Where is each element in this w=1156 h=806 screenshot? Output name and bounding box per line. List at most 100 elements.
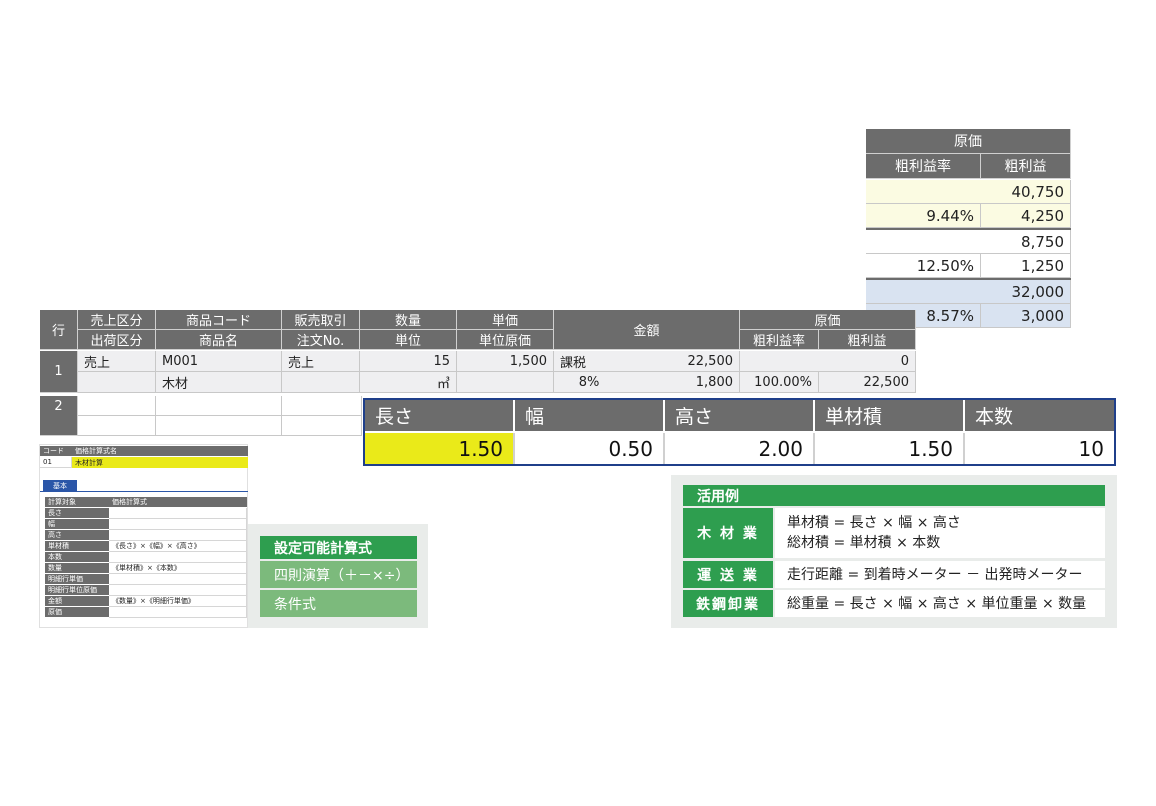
trade-input[interactable]: [282, 396, 362, 416]
col-cost: 原価: [740, 310, 916, 330]
col-ship-type: 出荷区分: [78, 330, 156, 350]
cost-value: 32,000: [866, 280, 1071, 304]
formula-types-panel: 設定可能計算式 四則演算（＋－×÷） 条件式: [248, 524, 428, 628]
product-code-input[interactable]: [156, 396, 282, 416]
col-gross-rate: 粗利益率: [740, 330, 819, 350]
unit-value[interactable]: ㎥: [360, 372, 457, 393]
gross-rate-value: 12.50%: [866, 254, 981, 278]
usecase-lumber-label: 木 材 業: [683, 508, 773, 558]
calc-target-label: 長さ: [45, 508, 109, 518]
qty-value[interactable]: 15: [360, 351, 457, 372]
tax-rate-value: 8%: [554, 372, 624, 393]
col-unit: 単位: [360, 330, 457, 350]
four-operations-item: 四則演算（＋－×÷）: [260, 561, 417, 588]
product-code-value[interactable]: M001: [156, 351, 282, 372]
unit-volume-value: 1.50: [815, 433, 965, 464]
col-order-no: 注文No.: [282, 330, 360, 350]
col-qty: 数量: [360, 310, 457, 330]
calc-target-label: 本数: [45, 552, 109, 562]
usecase-lumber-formulas: 単材積 = 長さ × 幅 × 高さ 総材積 = 単材積 × 本数: [775, 508, 1105, 558]
cost-value: 8,750: [866, 230, 1071, 254]
col-unit-cost: 単位原価: [457, 330, 554, 350]
tab-basic[interactable]: 基本: [43, 480, 77, 491]
tax-amount-value: 1,800: [624, 372, 740, 393]
usecase-formula-line: 走行距離 = 到着時メーター － 出発時メーター: [787, 566, 1083, 583]
tab-divider: [40, 491, 248, 492]
calc-formula-field[interactable]: [109, 607, 247, 618]
product-name-value[interactable]: 木材: [156, 372, 282, 393]
cost-panel-col-rate: 粗利益率: [866, 154, 981, 179]
usecase-formula-line: 総重量 = 長さ × 幅 × 高さ × 単位重量 × 数量: [787, 595, 1087, 612]
code-field[interactable]: 01: [40, 457, 72, 468]
col-amount: 金額: [554, 310, 740, 350]
calc-formula-field[interactable]: [109, 508, 247, 519]
calc-formula-field[interactable]: [109, 585, 247, 596]
usecase-transport-label: 運 送 業: [683, 561, 773, 588]
gross-profit-value: 1,250: [981, 254, 1071, 278]
calc-target-label: 金額: [45, 596, 109, 606]
length-header: 長さ: [365, 400, 515, 431]
conditional-item: 条件式: [260, 590, 417, 617]
gross-profit-value: 22,500: [819, 372, 916, 393]
tax-type-value: 課税: [554, 351, 624, 372]
width-input[interactable]: 0.50: [515, 433, 665, 464]
height-header: 高さ: [665, 400, 815, 431]
calc-formula-field[interactable]: 《単材積》×《本数》: [109, 563, 247, 574]
use-cases-title: 活用例: [683, 485, 1105, 506]
calc-formula-field[interactable]: [109, 519, 247, 530]
use-cases-panel: 活用例 木 材 業 単材積 = 長さ × 幅 × 高さ 総材積 = 単材積 × …: [671, 475, 1117, 628]
usecase-transport-formulas: 走行距離 = 到着時メーター － 出発時メーター: [775, 561, 1105, 588]
calc-formula-field[interactable]: [109, 552, 247, 563]
usecase-steel-formulas: 総重量 = 長さ × 幅 × 高さ × 単位重量 × 数量: [775, 590, 1105, 617]
col-product-code: 商品コード: [156, 310, 282, 330]
calc-target-label: 原価: [45, 607, 109, 617]
ship-type-input[interactable]: [78, 416, 156, 436]
col-sales-type: 売上区分: [78, 310, 156, 330]
cost-panel-col-profit: 粗利益: [981, 154, 1071, 179]
length-input[interactable]: 1.50: [365, 433, 515, 464]
calc-formula-field[interactable]: [109, 530, 247, 541]
col-gross-profit: 粗利益: [819, 330, 916, 350]
dimension-panel: 長さ 幅 高さ 単材積 本数 1.50 0.50 2.00 1.50 10: [363, 398, 1116, 466]
calc-target-label: 明細行単価: [45, 574, 109, 584]
sales-type-input[interactable]: [78, 396, 156, 416]
col-row-no: 行: [40, 310, 78, 350]
calc-formula-field[interactable]: 《長さ》×《幅》×《高さ》: [109, 541, 247, 552]
row-number: 1: [40, 351, 78, 393]
unit-cost-value[interactable]: [457, 372, 554, 393]
order-no-input[interactable]: [282, 416, 362, 436]
trade-value[interactable]: 売上: [282, 351, 360, 372]
gross-rate-value: 9.44%: [866, 204, 981, 228]
calc-target-label: 高さ: [45, 530, 109, 540]
width-header: 幅: [515, 400, 665, 431]
product-name-input[interactable]: [156, 416, 282, 436]
col-trade: 販売取引: [282, 310, 360, 330]
col-unit-price: 単価: [457, 310, 554, 330]
unit-price-value[interactable]: 1,500: [457, 351, 554, 372]
count-input[interactable]: 10: [965, 433, 1114, 464]
amount-value: 22,500: [624, 351, 740, 372]
cost-panel-title: 原価: [866, 129, 1071, 154]
calc-formula-field[interactable]: 《数量》×《明細行単価》: [109, 596, 247, 607]
formula-screen: コード 価格計算式名 01 木材計算 基本 計算対象 価格計算式 長さ幅高さ 単材…: [39, 444, 248, 628]
usecase-formula-line: 総材積 = 単材積 × 本数: [787, 535, 941, 551]
formula-name-field[interactable]: 木材計算: [72, 457, 248, 468]
cost-value: 40,750: [866, 180, 1071, 204]
formula-name-label: 価格計算式名: [72, 446, 248, 456]
col-calc-target: 計算対象: [45, 497, 109, 507]
col-calc-formula: 価格計算式: [109, 497, 247, 507]
usecase-formula-line: 単材積 = 長さ × 幅 × 高さ: [787, 515, 961, 531]
ship-type-value[interactable]: [78, 372, 156, 393]
calc-target-label: 数量: [45, 563, 109, 573]
sales-type-value[interactable]: 売上: [78, 351, 156, 372]
col-product-name: 商品名: [156, 330, 282, 350]
code-label: コード: [40, 446, 72, 456]
height-input[interactable]: 2.00: [665, 433, 815, 464]
gross-profit-value: 3,000: [981, 304, 1071, 328]
gross-rate-value: 100.00%: [740, 372, 819, 393]
order-no-value[interactable]: [282, 372, 360, 393]
count-header: 本数: [965, 400, 1114, 431]
row-number: 2: [40, 396, 78, 436]
unit-volume-header: 単材積: [815, 400, 965, 431]
calc-formula-field[interactable]: [109, 574, 247, 585]
